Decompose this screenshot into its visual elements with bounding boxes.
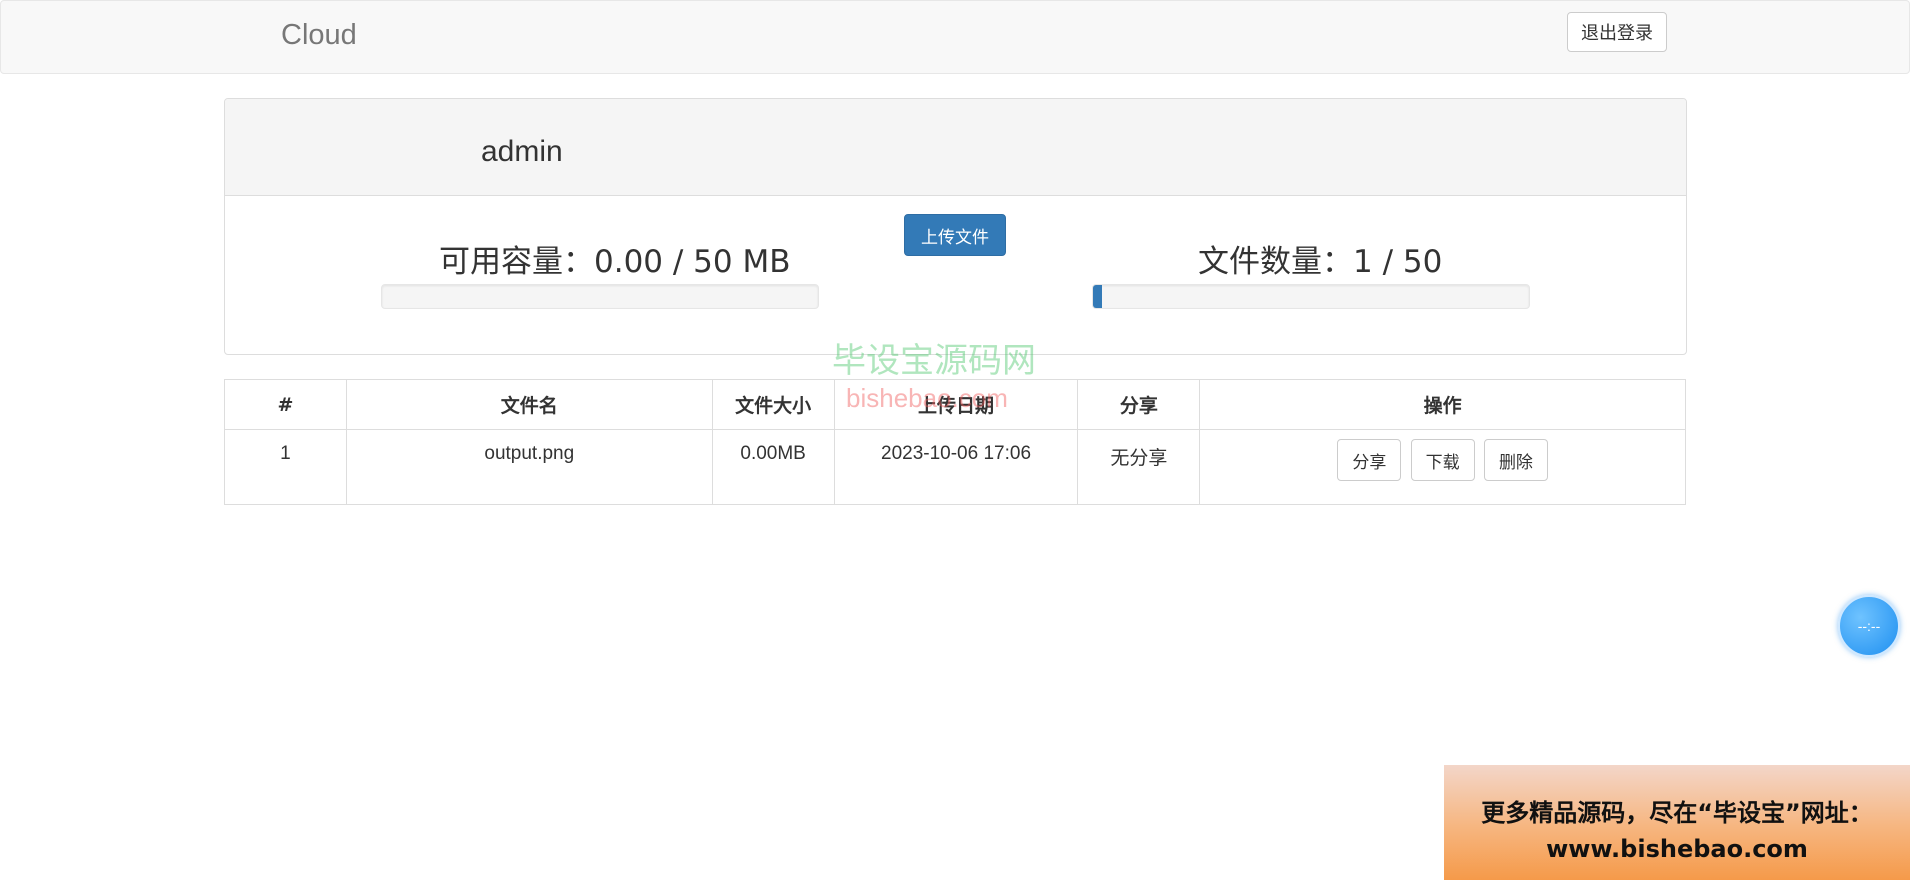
upload-file-button[interactable]: 上传文件 <box>904 214 1006 256</box>
table-row: 1 output.png 0.00MB 2023-10-06 17:06 无分享… <box>224 429 1686 505</box>
cell-filename: output.png <box>345 429 713 505</box>
navbar: Cloud 退出登录 <box>0 0 1910 74</box>
username: admin <box>481 135 563 168</box>
col-header-date: 上传日期 <box>833 379 1079 430</box>
col-header-index: # <box>224 379 347 430</box>
capacity-label: 可用容量：0.00 / 50 MB <box>439 244 791 280</box>
panel-heading: admin <box>225 99 1686 196</box>
share-button[interactable]: 分享 <box>1337 439 1402 481</box>
logout-button[interactable]: 退出登录 <box>1567 12 1667 52</box>
col-header-filename: 文件名 <box>345 379 713 430</box>
ad-line-1: 更多精品源码，尽在“毕设宝”网址： <box>1481 799 1873 827</box>
ad-line-2: www.bishebao.com <box>1546 835 1808 863</box>
col-header-share: 分享 <box>1077 379 1201 430</box>
cell-actions: 分享 下载 删除 <box>1199 429 1686 505</box>
col-header-size: 文件大小 <box>711 379 835 430</box>
col-header-actions: 操作 <box>1199 379 1686 430</box>
file-count-label: 文件数量：1 / 50 <box>1198 244 1443 280</box>
brand-logo-text[interactable]: Cloud <box>281 19 357 52</box>
cell-share-status: 无分享 <box>1077 429 1201 505</box>
delete-button[interactable]: 删除 <box>1483 439 1548 481</box>
cell-size: 0.00MB <box>711 429 835 505</box>
file-count-progress <box>1092 284 1530 309</box>
cell-index: 1 <box>224 429 347 505</box>
download-button[interactable]: 下载 <box>1410 439 1475 481</box>
table-header-row: # 文件名 文件大小 上传日期 分享 操作 <box>224 379 1686 430</box>
floating-clock-button[interactable]: --:-- <box>1838 595 1900 657</box>
file-count-progress-fill <box>1093 285 1102 308</box>
ad-banner[interactable]: 更多精品源码，尽在“毕设宝”网址： www.bishebao.com <box>1444 765 1910 880</box>
capacity-progress <box>381 284 819 309</box>
files-table: # 文件名 文件大小 上传日期 分享 操作 1 output.png 0.00M… <box>224 379 1686 505</box>
cell-date: 2023-10-06 17:06 <box>833 429 1079 505</box>
